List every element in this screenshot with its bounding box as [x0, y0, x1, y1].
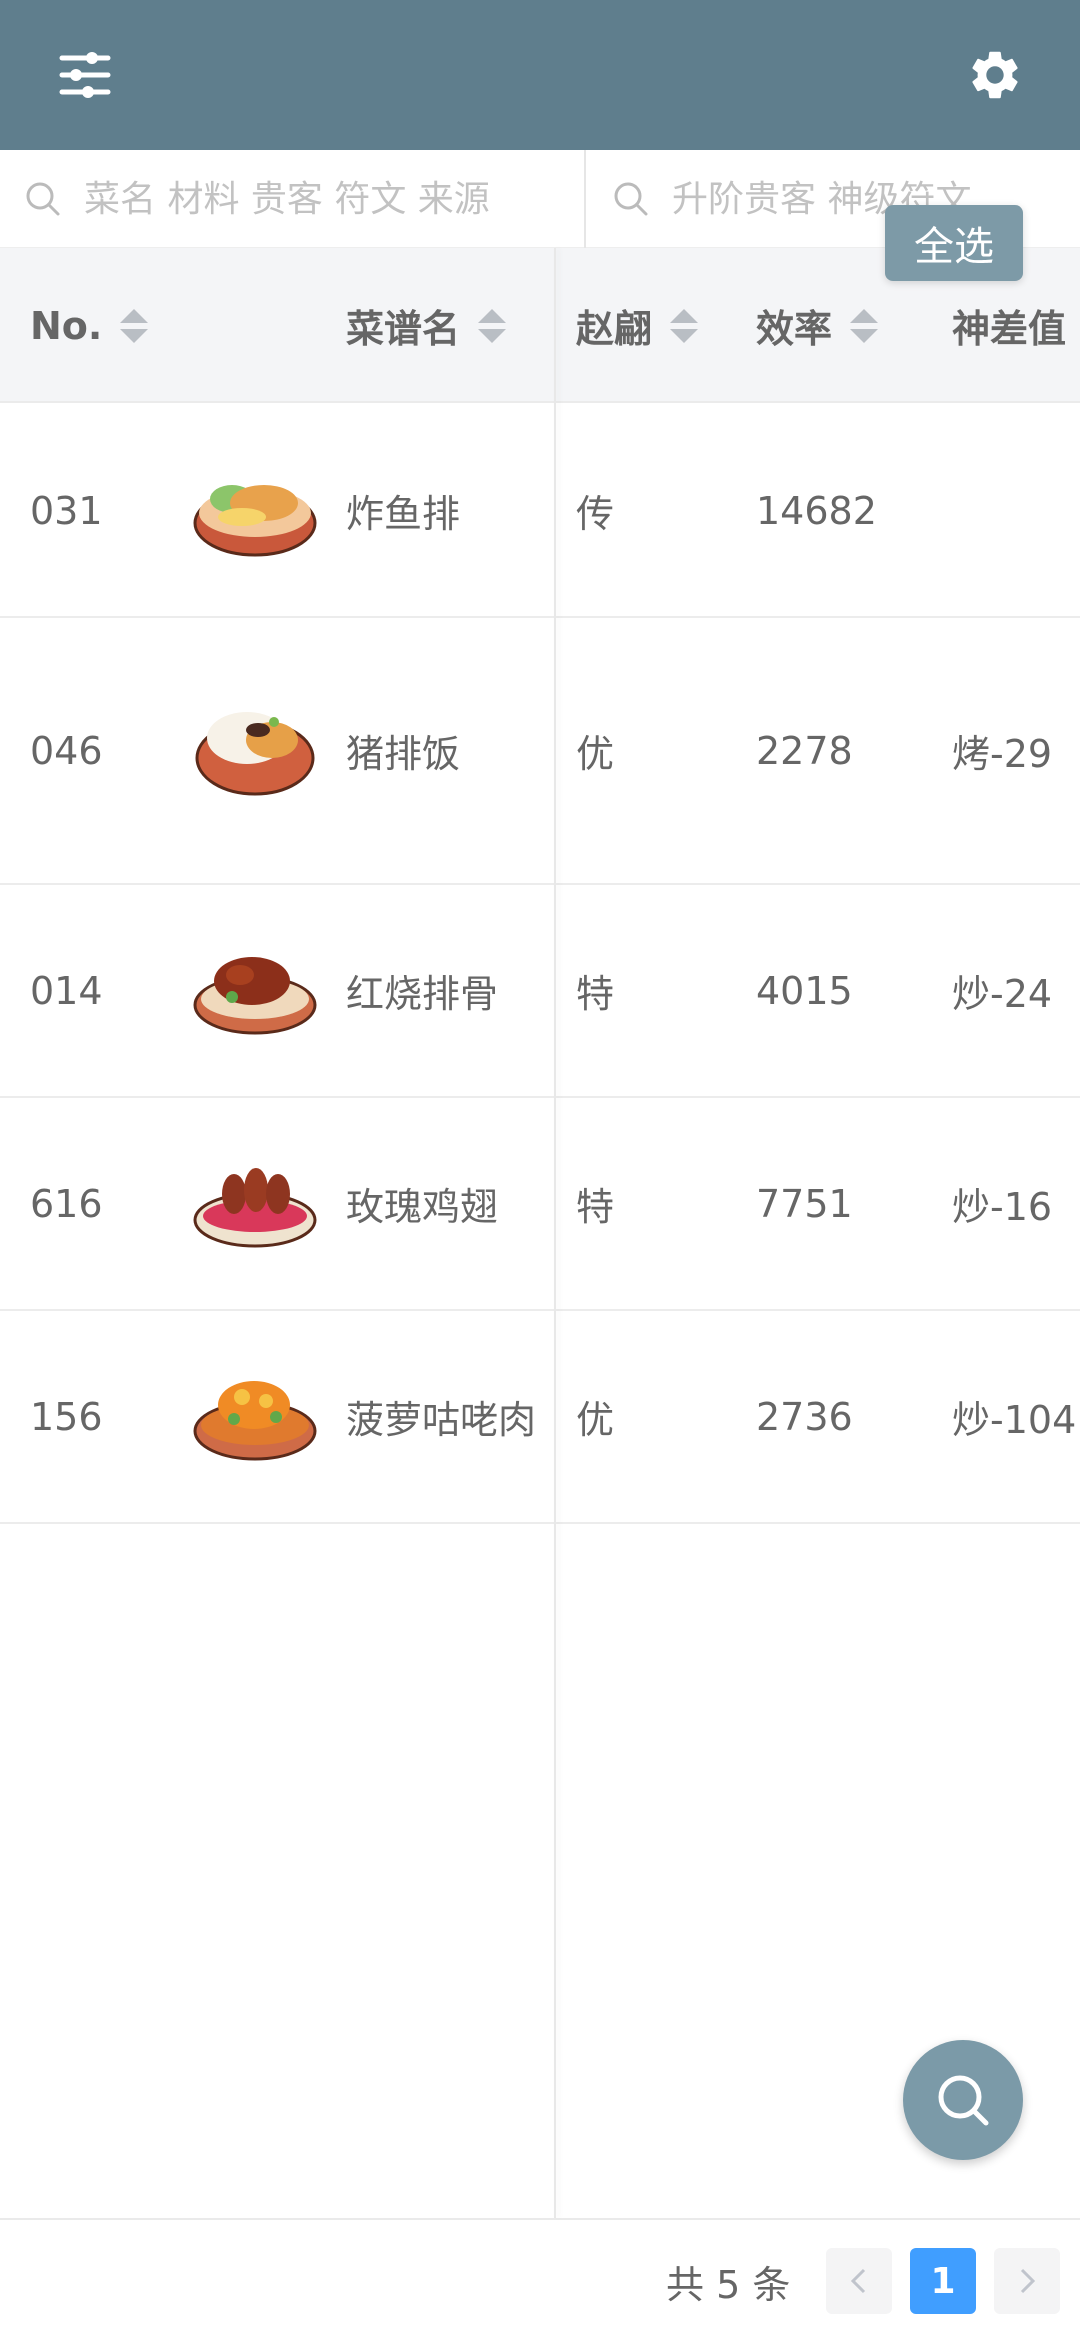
row-no: 046 — [30, 728, 103, 773]
row-no: 014 — [30, 968, 103, 1013]
column-header-no[interactable]: No. — [30, 248, 149, 403]
filter-menu-button[interactable] — [40, 30, 130, 120]
sort-icon[interactable] — [850, 307, 879, 345]
previous-page-button[interactable] — [826, 2248, 892, 2314]
row-no: 156 — [30, 1394, 103, 1439]
rose-chicken-wings-dish-image — [193, 1168, 317, 1248]
search-icon — [614, 182, 648, 216]
chevron-right-icon — [1020, 2268, 1036, 2294]
column-header-recipe-name[interactable]: 菜谱名 — [346, 248, 507, 403]
row-grade: 特 — [576, 1185, 615, 1229]
fried-fish-dish-image — [193, 485, 317, 557]
next-page-button[interactable] — [994, 2248, 1060, 2314]
row-efficiency: 4015 — [756, 968, 853, 1013]
sort-icon[interactable] — [670, 307, 699, 345]
row-efficiency: 14682 — [756, 488, 877, 533]
row-grade: 优 — [576, 732, 615, 776]
row-grade: 特 — [576, 972, 615, 1016]
row-god-diff: 炒-104 — [952, 1398, 1077, 1442]
row-efficiency: 7751 — [756, 1181, 853, 1226]
braised-ribs-dish-image — [193, 957, 317, 1035]
column-label: 赵翩 — [576, 307, 653, 351]
table-row[interactable]: 616 玫瑰鸡翅 特 7751 炒-16 — [0, 1098, 1080, 1311]
floating-search-button[interactable] — [903, 2040, 1023, 2160]
search-icon — [26, 182, 60, 216]
top-app-bar — [0, 0, 1080, 150]
row-god-diff: 炒-16 — [952, 1185, 1053, 1229]
recipe-search-input[interactable] — [84, 178, 584, 220]
row-efficiency: 2736 — [756, 1394, 853, 1439]
page-number-button[interactable]: 1 — [910, 2248, 976, 2314]
row-grade: 传 — [576, 492, 615, 536]
column-label: No. — [30, 303, 103, 348]
row-no: 031 — [30, 488, 103, 533]
gear-icon — [972, 51, 1018, 99]
table-row[interactable]: 014 红烧排骨 特 4015 炒-24 — [0, 885, 1080, 1098]
column-label: 菜谱名 — [346, 307, 461, 351]
row-god-diff: 炒-24 — [952, 972, 1053, 1016]
column-label: 效率 — [756, 307, 833, 351]
fixed-column-divider — [554, 248, 556, 2218]
pork-cutlet-rice-dish-image — [195, 712, 315, 796]
sort-icon[interactable] — [478, 307, 507, 345]
total-count: 共 5 条 — [666, 2262, 791, 2307]
chevron-left-icon — [850, 2268, 866, 2294]
row-no: 616 — [30, 1181, 103, 1226]
column-header-chef[interactable]: 赵翩 — [576, 248, 699, 403]
row-recipe-name: 红烧排骨 — [346, 972, 499, 1016]
row-recipe-name: 菠萝咕咾肉 — [346, 1398, 537, 1442]
sliders-icon — [59, 52, 111, 98]
table-row[interactable]: 031 炸鱼排 传 14682 — [0, 405, 1080, 618]
recipe-search-box[interactable] — [0, 150, 586, 248]
sweet-sour-pork-dish-image — [193, 1381, 317, 1461]
sort-icon[interactable] — [120, 307, 149, 345]
settings-button[interactable] — [950, 30, 1040, 120]
row-recipe-name: 猪排饭 — [346, 732, 461, 776]
select-all-button[interactable]: 全选 — [885, 205, 1023, 281]
row-grade: 优 — [576, 1398, 615, 1442]
table-row[interactable]: 046 猪排饭 优 2278 烤-29 — [0, 618, 1080, 885]
row-god-diff: 烤-29 — [952, 732, 1053, 776]
row-recipe-name: 玫瑰鸡翅 — [346, 1185, 499, 1229]
pagination-bar: 共 5 条 1 — [0, 2218, 1080, 2340]
column-label: 神差值 — [952, 307, 1067, 351]
table-row[interactable]: 156 菠萝咕咾肉 优 2736 炒-104 — [0, 1311, 1080, 1524]
row-efficiency: 2278 — [756, 728, 853, 773]
search-icon — [938, 2075, 989, 2126]
column-header-efficiency[interactable]: 效率 — [756, 248, 879, 403]
row-recipe-name: 炸鱼排 — [346, 492, 461, 536]
